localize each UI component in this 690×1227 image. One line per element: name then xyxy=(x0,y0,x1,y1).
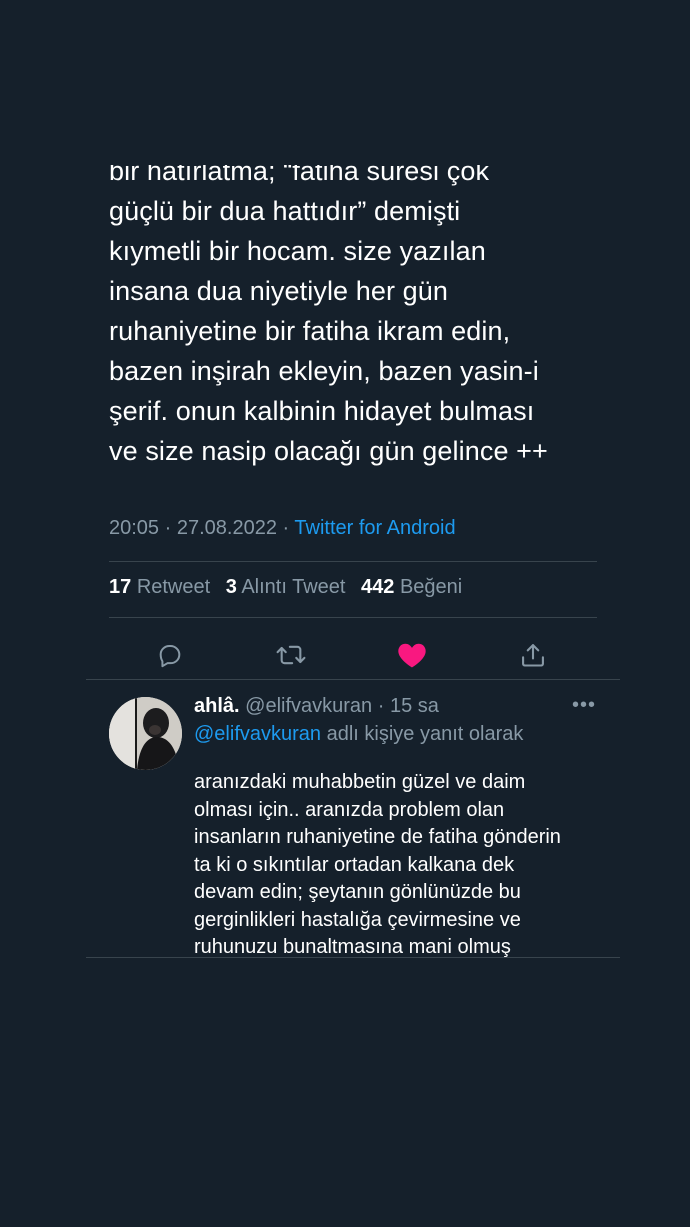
reply-tweet[interactable]: ahlâ. @elifvavkuran · 15 sa ••• @elifvav… xyxy=(86,685,620,959)
meta-separator: · xyxy=(377,695,385,717)
reply-to-suffix: adlı kişiye yanıt olarak xyxy=(326,723,524,745)
reply-icon xyxy=(159,645,181,668)
divider xyxy=(109,617,597,618)
avatar[interactable] xyxy=(109,697,182,770)
more-options-icon[interactable]: ••• xyxy=(572,694,596,717)
meta-separator: · xyxy=(164,517,172,539)
likes-stat[interactable]: 442 Beğeni xyxy=(361,576,462,598)
tweet-text: bir hatırlatma; “fatiha suresi çok güçlü… xyxy=(109,165,548,466)
tweet-stats: 17 Retweet 3 Alıntı Tweet 442 Beğeni xyxy=(109,576,462,599)
meta-separator: · xyxy=(282,517,290,539)
divider xyxy=(86,957,620,958)
tweet-date[interactable]: 27.08.2022 xyxy=(177,517,277,539)
retweet-icon xyxy=(276,645,306,665)
reply-time[interactable]: 15 sa xyxy=(390,695,439,717)
reply-text: aranızdaki muhabbetin güzel ve daim olma… xyxy=(194,771,561,958)
retweet-button[interactable] xyxy=(271,635,311,675)
reply-header: ahlâ. @elifvavkuran · 15 sa xyxy=(194,695,439,718)
heart-icon xyxy=(398,643,426,668)
reply-button[interactable] xyxy=(150,635,190,675)
replying-to: @elifvavkuran adlı kişiye yanıt olarak xyxy=(194,723,523,746)
screen: bir hatırlatma; “fatiha suresi çok güçlü… xyxy=(0,0,690,1227)
tweet-source-link[interactable]: Twitter for Android xyxy=(294,517,455,539)
tweet-time: 20:05 xyxy=(109,517,160,539)
share-icon xyxy=(522,644,544,667)
tweet-meta: 20:05 · 27.08.2022 · Twitter for Android xyxy=(109,517,456,540)
retweets-stat[interactable]: 17 Retweet xyxy=(109,576,210,598)
divider xyxy=(109,561,597,562)
reply-display-name[interactable]: ahlâ. xyxy=(194,695,240,717)
like-button[interactable] xyxy=(392,635,432,675)
reply-to-mention[interactable]: @elifvavkuran xyxy=(194,723,321,745)
divider xyxy=(86,679,620,680)
share-button[interactable] xyxy=(513,635,553,675)
tweet-card: bir hatırlatma; “fatiha suresi çok güçlü… xyxy=(86,165,620,959)
reply-handle[interactable]: @elifvavkuran xyxy=(245,695,372,717)
tweet-actions xyxy=(86,631,620,681)
quotes-stat[interactable]: 3 Alıntı Tweet xyxy=(226,576,346,598)
avatar-image xyxy=(109,697,182,770)
